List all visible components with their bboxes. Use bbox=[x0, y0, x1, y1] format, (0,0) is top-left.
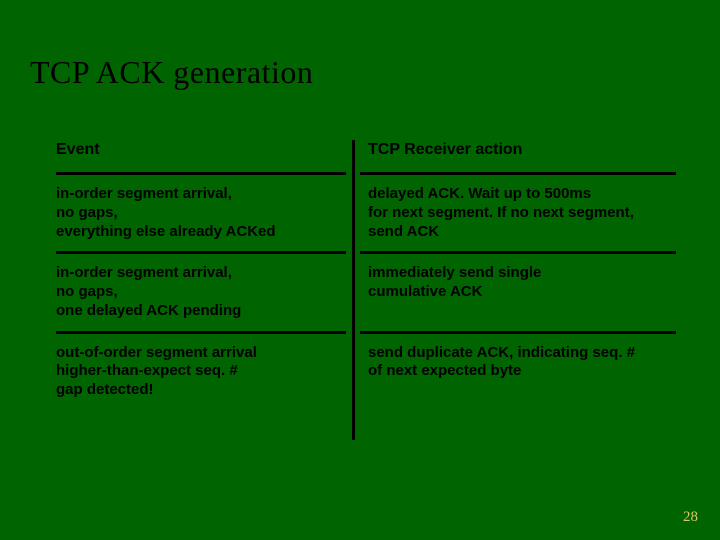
row-divider bbox=[56, 331, 676, 334]
header-action: TCP Receiver action bbox=[356, 140, 676, 172]
table-header-row: Event TCP Receiver action bbox=[56, 140, 676, 172]
ack-generation-table: Event TCP Receiver action in-order segme… bbox=[56, 140, 676, 410]
cell-event: in-order segment arrival,no gaps,everyth… bbox=[56, 175, 356, 251]
header-event: Event bbox=[56, 140, 356, 172]
table-row: in-order segment arrival,no gaps,everyth… bbox=[56, 175, 676, 251]
row-divider bbox=[56, 251, 676, 254]
row-divider bbox=[56, 172, 676, 175]
cell-action: send duplicate ACK, indicating seq. #of … bbox=[356, 334, 676, 392]
table-row: out-of-order segment arrivalhigher-than-… bbox=[56, 334, 676, 410]
slide-title: TCP ACK generation bbox=[0, 0, 720, 91]
cell-event: out-of-order segment arrivalhigher-than-… bbox=[56, 334, 356, 410]
cell-action: delayed ACK. Wait up to 500msfor next se… bbox=[356, 175, 676, 251]
cell-event: in-order segment arrival,no gaps,one del… bbox=[56, 254, 356, 330]
table-row: in-order segment arrival,no gaps,one del… bbox=[56, 254, 676, 330]
cell-action: immediately send singlecumulative ACK bbox=[356, 254, 676, 312]
page-number: 28 bbox=[683, 509, 698, 526]
